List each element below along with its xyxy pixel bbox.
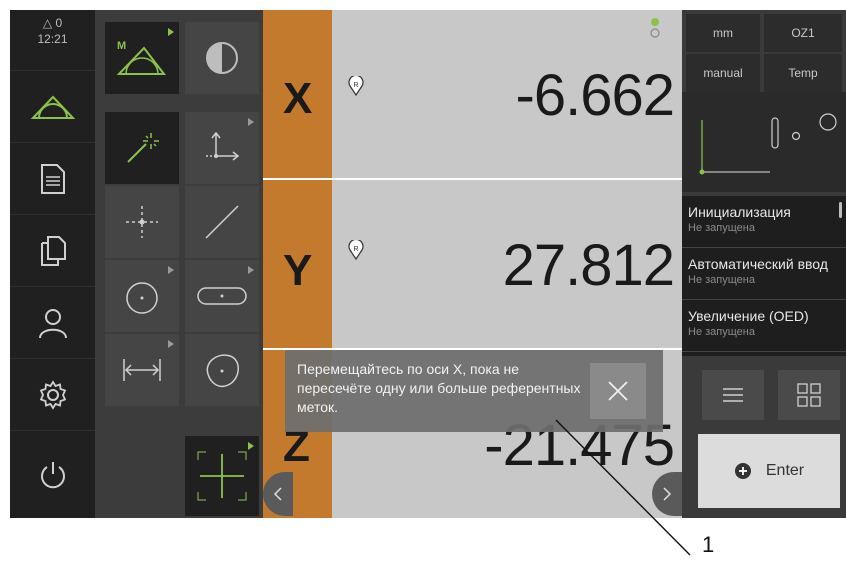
callout-number: 1 [702, 532, 715, 557]
callout-leader-line [555, 419, 691, 556]
